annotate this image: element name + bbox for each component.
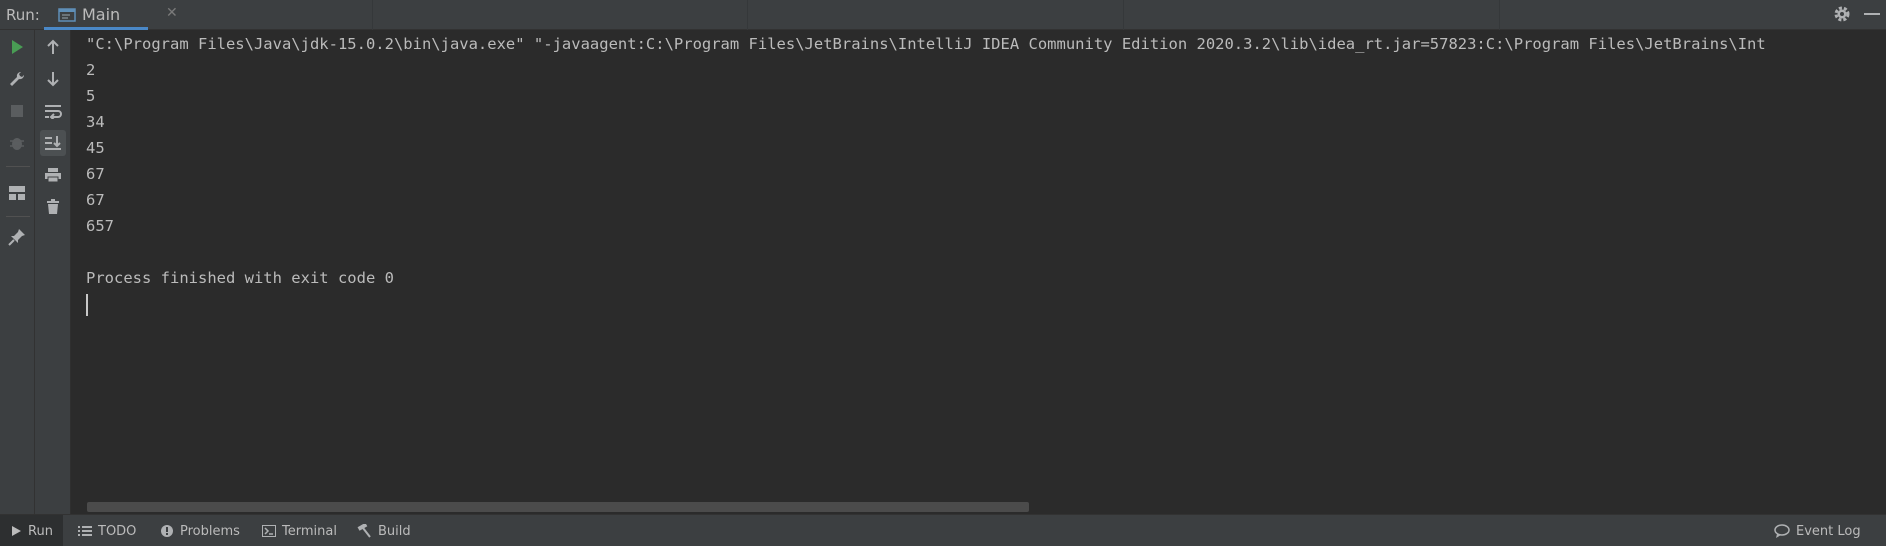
pin-icon bbox=[8, 229, 25, 246]
info-icon bbox=[161, 525, 173, 537]
layout-icon bbox=[9, 186, 25, 200]
tool-window-run-label: Run bbox=[28, 523, 53, 539]
down-arrow-icon bbox=[47, 72, 59, 87]
up-arrow-icon bbox=[47, 39, 59, 54]
scroll-to-end-icon bbox=[45, 136, 61, 150]
divider bbox=[1123, 0, 1124, 30]
down-stack-button[interactable] bbox=[40, 66, 66, 92]
divider bbox=[1499, 0, 1500, 30]
soft-wrap-icon bbox=[45, 105, 62, 119]
tool-window-bar: Run TODO Problems Terminal Build Event L… bbox=[0, 514, 1886, 546]
rerun-icon bbox=[12, 40, 23, 54]
tool-window-problems-label: Problems bbox=[180, 523, 240, 539]
tool-window-todo-label: TODO bbox=[98, 523, 137, 539]
scroll-to-end-button[interactable] bbox=[40, 130, 66, 156]
bug-icon bbox=[10, 138, 24, 150]
stop-icon bbox=[11, 105, 23, 117]
run-label: Run: bbox=[6, 6, 40, 24]
console-line: 5 bbox=[86, 87, 96, 105]
tool-window-build-label: Build bbox=[378, 523, 411, 539]
tab-main-label: Main bbox=[82, 5, 121, 24]
console-line: 657 bbox=[86, 217, 114, 235]
tool-window-run[interactable]: Run bbox=[0, 515, 63, 546]
terminal-icon bbox=[262, 525, 276, 537]
print-button[interactable] bbox=[40, 162, 66, 188]
console-output[interactable]: "C:\Program Files\Java\jdk-15.0.2\bin\ja… bbox=[71, 30, 1886, 514]
tab-main[interactable]: Main ✕ bbox=[44, 0, 178, 30]
run-config-icon bbox=[58, 8, 76, 22]
divider bbox=[747, 0, 748, 30]
console-line: 67 bbox=[86, 191, 105, 209]
console-line-command: "C:\Program Files\Java\jdk-15.0.2\bin\ja… bbox=[86, 35, 1766, 53]
divider bbox=[372, 0, 373, 30]
run-tool-window-header: Run: Main ✕ bbox=[0, 0, 1886, 30]
console-actions-toolbar bbox=[35, 30, 71, 514]
clear-all-button[interactable] bbox=[40, 194, 66, 220]
stop-button[interactable] bbox=[4, 98, 30, 124]
divider bbox=[6, 216, 30, 217]
divider bbox=[6, 166, 30, 167]
tool-window-event-log[interactable]: Event Log bbox=[1774, 515, 1861, 546]
tool-window-terminal[interactable]: Terminal bbox=[262, 515, 337, 546]
speech-bubble-icon bbox=[1774, 524, 1790, 538]
hammer-icon bbox=[357, 524, 371, 538]
tool-window-event-log-label: Event Log bbox=[1796, 523, 1861, 539]
tool-window-todo[interactable]: TODO bbox=[78, 515, 136, 546]
close-icon[interactable]: ✕ bbox=[166, 5, 178, 21]
debug-button[interactable] bbox=[4, 130, 30, 156]
horizontal-scrollbar[interactable] bbox=[87, 502, 1029, 512]
print-icon bbox=[45, 168, 61, 183]
edit-config-button[interactable] bbox=[4, 66, 30, 92]
soft-wrap-button[interactable] bbox=[40, 98, 66, 124]
console-line: 67 bbox=[86, 165, 105, 183]
console-line-exit-status: Process finished with exit code 0 bbox=[86, 269, 394, 287]
console-line: 45 bbox=[86, 139, 105, 157]
play-icon bbox=[12, 526, 21, 536]
tool-window-problems[interactable]: Problems bbox=[160, 515, 240, 546]
wrench-icon bbox=[10, 71, 25, 86]
text-caret bbox=[86, 294, 88, 316]
gear-icon[interactable] bbox=[1832, 4, 1852, 24]
up-stack-button[interactable] bbox=[40, 34, 66, 60]
list-icon bbox=[78, 526, 92, 536]
console-line: 2 bbox=[86, 61, 96, 79]
layout-button[interactable] bbox=[4, 180, 30, 206]
console-line: 34 bbox=[86, 113, 105, 131]
pin-button[interactable] bbox=[4, 224, 30, 250]
rerun-button[interactable] bbox=[4, 34, 30, 60]
minimize-icon[interactable] bbox=[1864, 13, 1880, 15]
trash-icon bbox=[47, 199, 59, 214]
run-actions-toolbar bbox=[0, 30, 35, 514]
tool-window-terminal-label: Terminal bbox=[282, 523, 337, 539]
tool-window-build[interactable]: Build bbox=[356, 515, 411, 546]
